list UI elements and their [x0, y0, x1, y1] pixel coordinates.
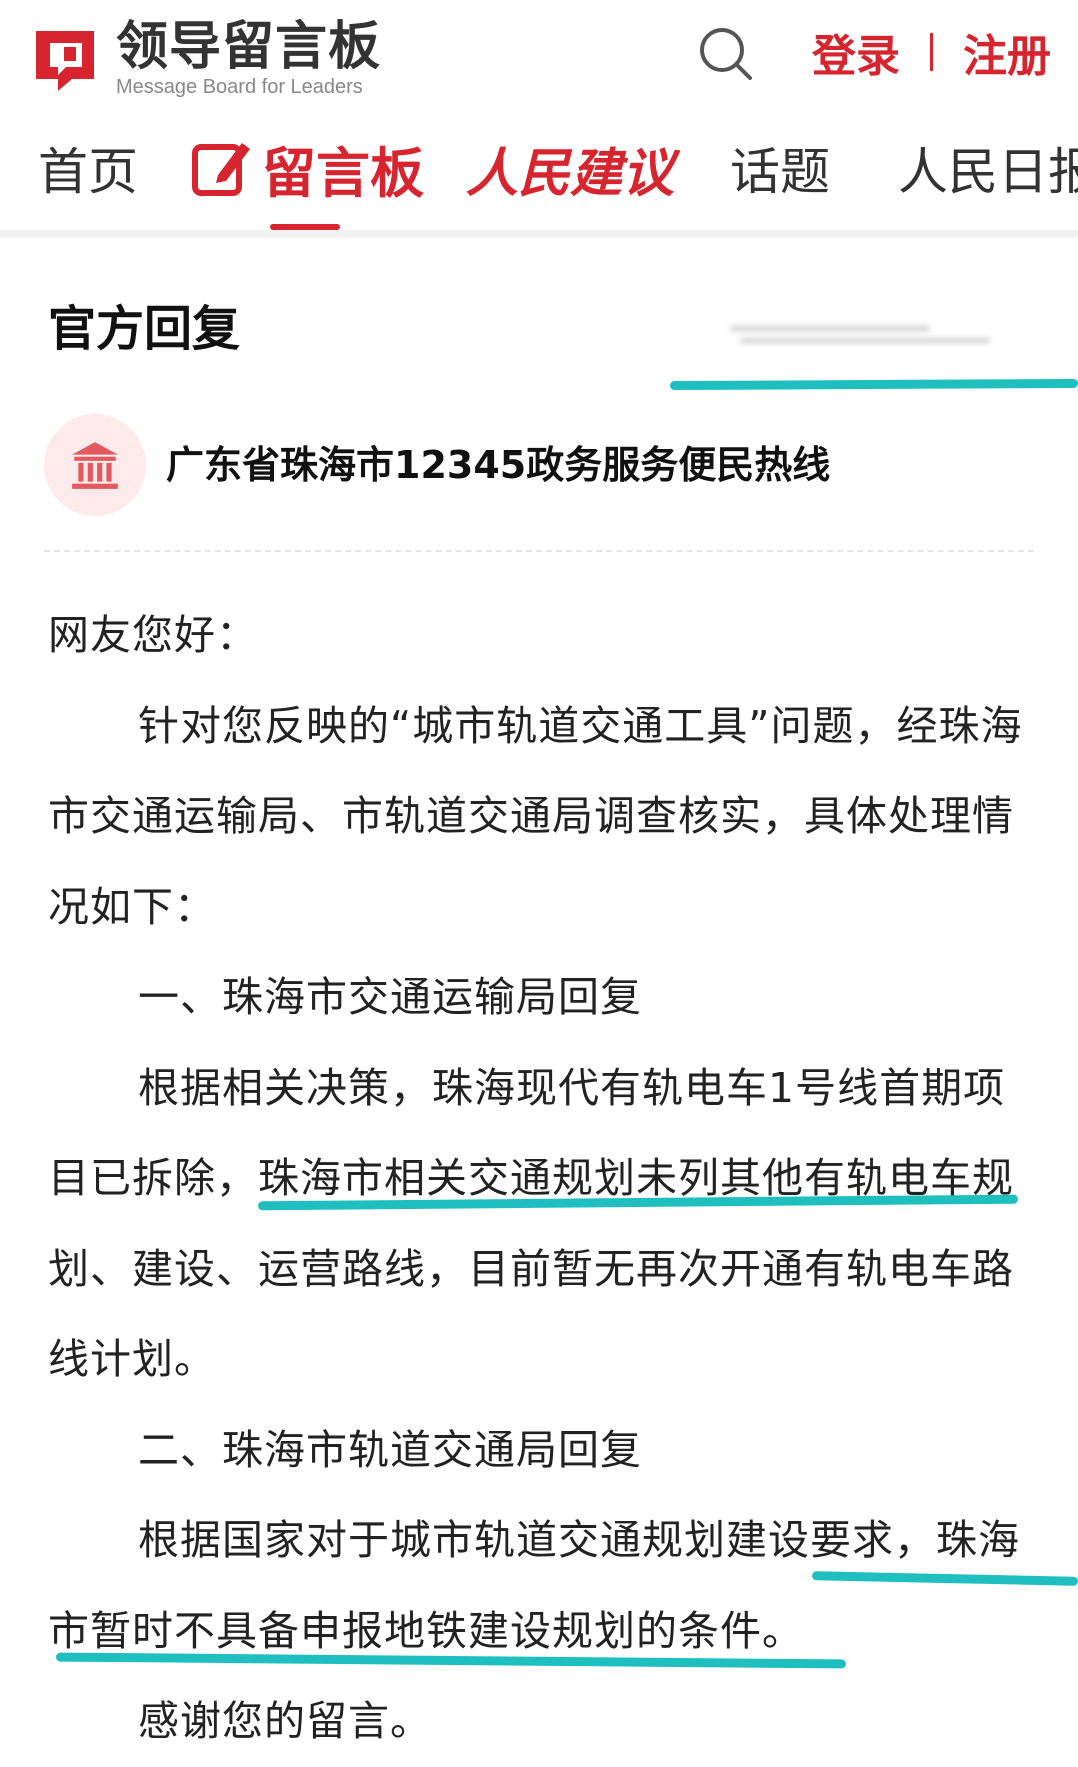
- site-logo[interactable]: 领导留言板 Message Board for Leaders: [28, 18, 381, 98]
- active-tab-indicator: [270, 224, 340, 230]
- tab-home[interactable]: 首页: [38, 138, 138, 201]
- department-avatar: [44, 414, 146, 516]
- tab-peoples-daily[interactable]: 人民日报: [898, 138, 1078, 201]
- section-title: 官方回复: [48, 301, 241, 357]
- main-nav: 首页 留言板 人民建议 话题 人民日报: [0, 112, 1078, 238]
- part2-heading: 二、珠海市轨道交通局回复: [138, 1425, 642, 1474]
- department-name: 广东省珠海市12345政务服务便民热线: [166, 443, 831, 487]
- greeting: 网友您好：: [48, 611, 258, 659]
- auth-links: 登录 注册: [812, 22, 1051, 82]
- thanks-paragraph: 感谢您的留言。: [138, 1697, 432, 1745]
- auth-separator: [930, 33, 933, 71]
- search-icon[interactable]: [694, 22, 758, 86]
- dashed-divider: [44, 550, 1034, 552]
- part2-body: 根据国家对于城市轨道交通规划建设要求，珠海市暂时不具备申报地铁建设规划的条件。: [48, 1516, 1020, 1655]
- part1-heading: 一、珠海市交通运输局回复: [138, 973, 642, 1021]
- logo-title: 领导留言板: [116, 17, 382, 77]
- government-building-icon: [72, 442, 118, 489]
- edit-note-icon: [192, 143, 250, 196]
- tab-topics[interactable]: 话题: [730, 138, 830, 201]
- intro-paragraph: 针对您反映的“城市轨道交通工具”问题，经珠海市交通运输局、市轨道交通局调查核实，…: [48, 701, 1023, 931]
- message-board-logo-icon: [36, 31, 94, 91]
- highlight-under-timestamp: [669, 378, 1078, 391]
- register-link[interactable]: 注册: [963, 20, 1051, 84]
- tab-people-suggestion[interactable]: 人民建议: [466, 138, 674, 204]
- part1-body: 根据相关决策，珠海现代有轨电车1号线首期项目已拆除，珠海市相关交通规划未列其他有…: [48, 1063, 1014, 1384]
- reply-content: 网友您好： 针对您反映的“城市轨道交通工具”问题，经珠海市交通运输局、市轨道交通…: [48, 590, 1038, 1767]
- login-link[interactable]: 登录: [812, 20, 900, 84]
- logo-subtitle: Message Board for Leaders: [116, 76, 363, 98]
- tab-message-board-label: 留言板: [262, 141, 424, 205]
- tab-message-board[interactable]: 留言板: [190, 138, 424, 205]
- blurred-timestamp: [730, 322, 1010, 352]
- department-header: 广东省珠海市12345政务服务便民热线: [44, 414, 830, 516]
- top-header: 领导留言板 Message Board for Leaders 登录 注册: [0, 0, 1078, 112]
